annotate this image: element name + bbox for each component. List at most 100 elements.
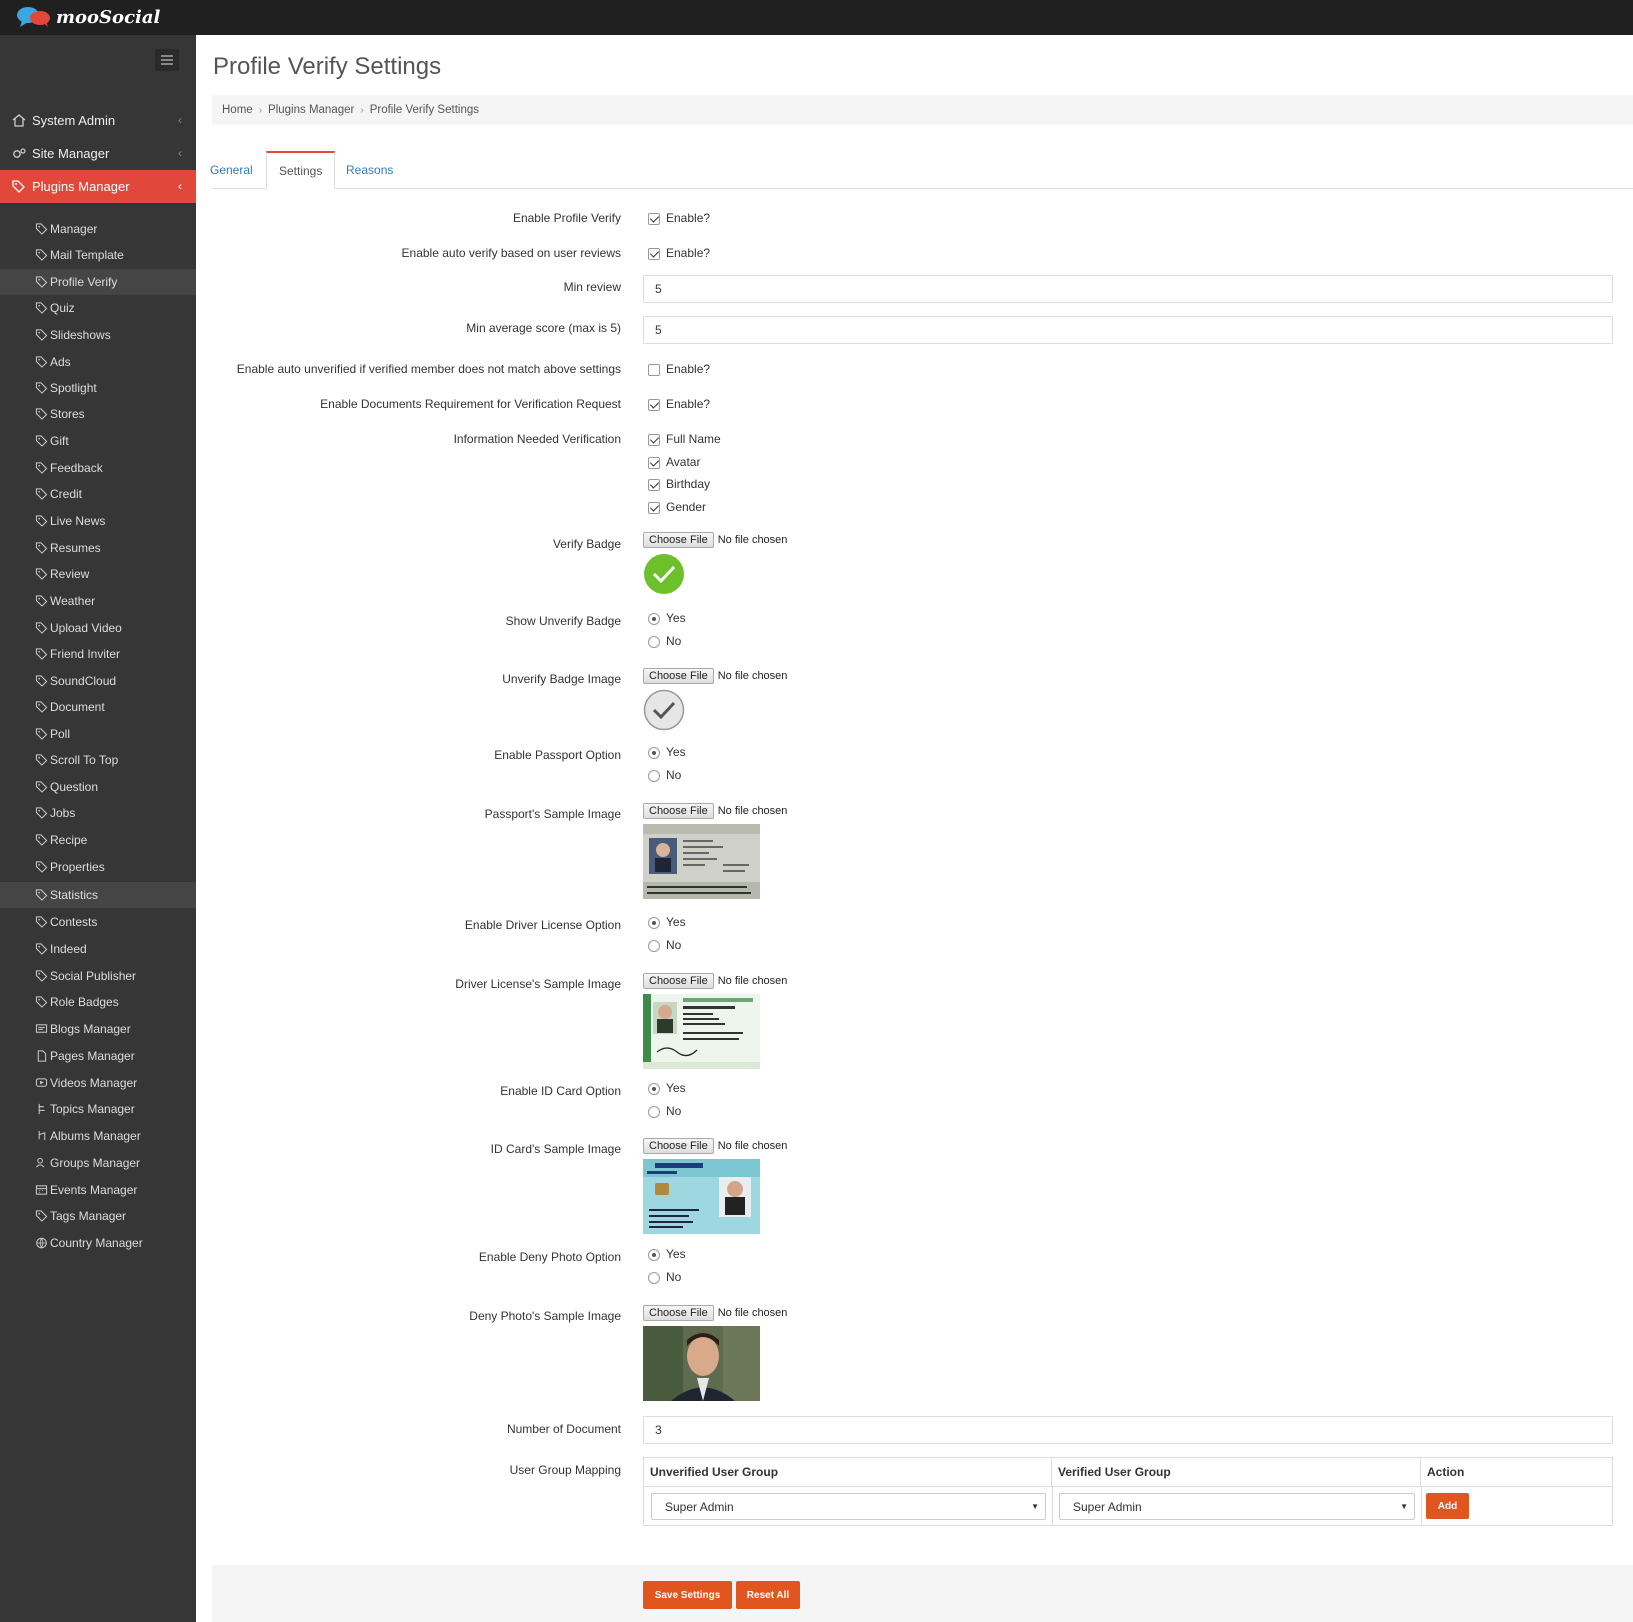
enable-profile-verify-checkbox[interactable] bbox=[648, 213, 660, 225]
sidebar-item-soundcloud[interactable]: SoundCloud bbox=[0, 668, 196, 694]
sidebar-item-label: Feedback bbox=[50, 461, 103, 475]
sidebar-item-gift[interactable]: Gift bbox=[0, 428, 196, 454]
choose-file-button[interactable]: Choose File bbox=[643, 973, 714, 989]
sidebar-item-videos-manager[interactable]: Videos Manager bbox=[0, 1070, 196, 1096]
min-average-score-input[interactable]: 5 bbox=[643, 316, 1613, 344]
sidebar-item-slideshows[interactable]: Slideshows bbox=[0, 322, 196, 348]
sidebar-item-pages-manager[interactable]: Pages Manager bbox=[0, 1043, 196, 1069]
sidebar-item-social-publisher[interactable]: Social Publisher bbox=[0, 963, 196, 989]
enable-driver-license-no-radio[interactable] bbox=[648, 940, 660, 952]
tag-icon bbox=[35, 970, 48, 982]
tab-reasons[interactable]: Reasons bbox=[346, 151, 393, 189]
sidebar-item-blogs-manager[interactable]: Blogs Manager bbox=[0, 1016, 196, 1042]
driver-license-sample-label: Driver License's Sample Image bbox=[455, 977, 621, 991]
verified-user-group-select[interactable]: Super Admin ▼ bbox=[1059, 1493, 1415, 1520]
sidebar-item-manager[interactable]: Manager bbox=[0, 216, 196, 242]
sidebar-item-role-badges[interactable]: Role Badges bbox=[0, 989, 196, 1015]
full-name-checkbox[interactable] bbox=[648, 434, 660, 446]
birthday-checkbox[interactable] bbox=[648, 479, 660, 491]
sidebar-item-feedback[interactable]: Feedback bbox=[0, 455, 196, 481]
choose-file-button[interactable]: Choose File bbox=[643, 1305, 714, 1321]
page-title: Profile Verify Settings bbox=[213, 53, 442, 80]
sidebar-item-credit[interactable]: Credit bbox=[0, 481, 196, 507]
breadcrumb-plugins-manager[interactable]: Plugins Manager bbox=[268, 104, 354, 116]
enable-passport-yes-radio[interactable] bbox=[648, 747, 660, 759]
enable-passport-no-radio[interactable] bbox=[648, 770, 660, 782]
unverified-user-group-select[interactable]: Super Admin ▼ bbox=[651, 1493, 1046, 1520]
sidebar-item-profile-verify[interactable]: Profile Verify bbox=[0, 269, 196, 295]
breadcrumb-home[interactable]: Home bbox=[222, 104, 253, 116]
sidebar-item-stores[interactable]: Stores bbox=[0, 401, 196, 427]
sidebar-item-properties[interactable]: Properties bbox=[0, 854, 196, 880]
sidebar-item-review[interactable]: Review bbox=[0, 561, 196, 587]
tag-icon bbox=[35, 382, 48, 394]
enable-driver-license-yes-radio[interactable] bbox=[648, 917, 660, 929]
home-icon bbox=[12, 114, 26, 127]
sidebar-item-label: Upload Video bbox=[50, 621, 122, 635]
sidebar-item-tags-manager[interactable]: Tags Manager bbox=[0, 1203, 196, 1229]
enable-auto-verify-checkbox[interactable] bbox=[648, 248, 660, 260]
passport-file-input[interactable]: Choose File No file chosen bbox=[643, 803, 787, 819]
sidebar-item-poll[interactable]: Poll bbox=[0, 721, 196, 747]
avatar-checkbox[interactable] bbox=[648, 457, 660, 469]
tag-icon bbox=[35, 996, 48, 1008]
sidebar-section-system-admin[interactable]: System Admin ‹ bbox=[0, 104, 196, 137]
sidebar-item-topics-manager[interactable]: Topics Manager bbox=[0, 1096, 196, 1122]
reset-all-button[interactable]: Reset All bbox=[736, 1581, 800, 1609]
sidebar-item-quiz[interactable]: Quiz bbox=[0, 295, 196, 321]
sidebar-section-plugins-manager[interactable]: Plugins Manager ‹ bbox=[0, 170, 196, 203]
choose-file-button[interactable]: Choose File bbox=[643, 1138, 714, 1154]
sidebar-item-contests[interactable]: Contests bbox=[0, 909, 196, 935]
enable-auto-unverified-checkbox[interactable] bbox=[648, 364, 660, 376]
gender-checkbox[interactable] bbox=[648, 502, 660, 514]
choose-file-button[interactable]: Choose File bbox=[643, 803, 714, 819]
unverify-badge-file-input[interactable]: Choose File No file chosen bbox=[643, 668, 787, 684]
enable-documents-checkbox[interactable] bbox=[648, 399, 660, 411]
sidebar-item-indeed[interactable]: Indeed bbox=[0, 936, 196, 962]
verify-badge-file-input[interactable]: Choose File No file chosen bbox=[643, 532, 787, 548]
menu-toggle-icon[interactable] bbox=[155, 49, 179, 71]
sidebar-item-question[interactable]: Question bbox=[0, 774, 196, 800]
choose-file-button[interactable]: Choose File bbox=[643, 668, 714, 684]
logo[interactable]: mooSocial bbox=[16, 4, 160, 30]
deny-photo-file-input[interactable]: Choose File No file chosen bbox=[643, 1305, 787, 1321]
number-of-document-input[interactable]: 3 bbox=[643, 1416, 1613, 1444]
sidebar-item-upload-video[interactable]: Upload Video bbox=[0, 615, 196, 641]
sidebar-item-statistics[interactable]: Statistics bbox=[0, 882, 196, 908]
sidebar-item-country-manager[interactable]: Country Manager bbox=[0, 1230, 196, 1256]
sidebar-item-document[interactable]: Document bbox=[0, 694, 196, 720]
sidebar-item-weather[interactable]: Weather bbox=[0, 588, 196, 614]
sidebar-item-albums-manager[interactable]: Albums Manager bbox=[0, 1123, 196, 1149]
sidebar-item-recipe[interactable]: Recipe bbox=[0, 827, 196, 853]
sidebar-item-resumes[interactable]: Resumes bbox=[0, 535, 196, 561]
enable-deny-photo-yes-radio[interactable] bbox=[648, 1249, 660, 1261]
sidebar-item-scroll-to-top[interactable]: Scroll To Top bbox=[0, 747, 196, 773]
save-settings-button[interactable]: Save Settings bbox=[643, 1581, 732, 1609]
tab-general[interactable]: General bbox=[210, 151, 253, 189]
sidebar-item-jobs[interactable]: Jobs bbox=[0, 800, 196, 826]
sidebar-item-label: Events Manager bbox=[50, 1183, 138, 1197]
show-unverify-badge-yes-radio[interactable] bbox=[648, 613, 660, 625]
sidebar-item-friend-inviter[interactable]: Friend Inviter bbox=[0, 641, 196, 667]
sidebar-item-ads[interactable]: Ads bbox=[0, 349, 196, 375]
tab-settings[interactable]: Settings bbox=[266, 151, 336, 189]
sidebar-item-spotlight[interactable]: Spotlight bbox=[0, 375, 196, 401]
enable-id-card-yes: Yes bbox=[666, 1081, 686, 1095]
enable-id-card-no-radio[interactable] bbox=[648, 1106, 660, 1118]
add-mapping-button[interactable]: Add bbox=[1426, 1493, 1469, 1519]
show-unverify-badge-no-radio[interactable] bbox=[648, 636, 660, 648]
enable-deny-photo-no-radio[interactable] bbox=[648, 1272, 660, 1284]
sidebar-item-label: Role Badges bbox=[50, 995, 119, 1009]
driver-license-file-input[interactable]: Choose File No file chosen bbox=[643, 973, 787, 989]
tag-icon bbox=[35, 675, 48, 687]
min-review-input[interactable]: 5 bbox=[643, 275, 1613, 303]
sidebar-item-mail-template[interactable]: Mail Template bbox=[0, 242, 196, 268]
id-card-file-input[interactable]: Choose File No file chosen bbox=[643, 1138, 787, 1154]
choose-file-button[interactable]: Choose File bbox=[643, 532, 714, 548]
sidebar-item-events-manager[interactable]: Events Manager bbox=[0, 1177, 196, 1203]
sidebar-item-groups-manager[interactable]: Groups Manager bbox=[0, 1150, 196, 1176]
sidebar-item-label: Scroll To Top bbox=[50, 753, 119, 767]
sidebar-section-site-manager[interactable]: Site Manager ‹ bbox=[0, 137, 196, 170]
enable-id-card-yes-radio[interactable] bbox=[648, 1083, 660, 1095]
sidebar-item-live-news[interactable]: Live News bbox=[0, 508, 196, 534]
